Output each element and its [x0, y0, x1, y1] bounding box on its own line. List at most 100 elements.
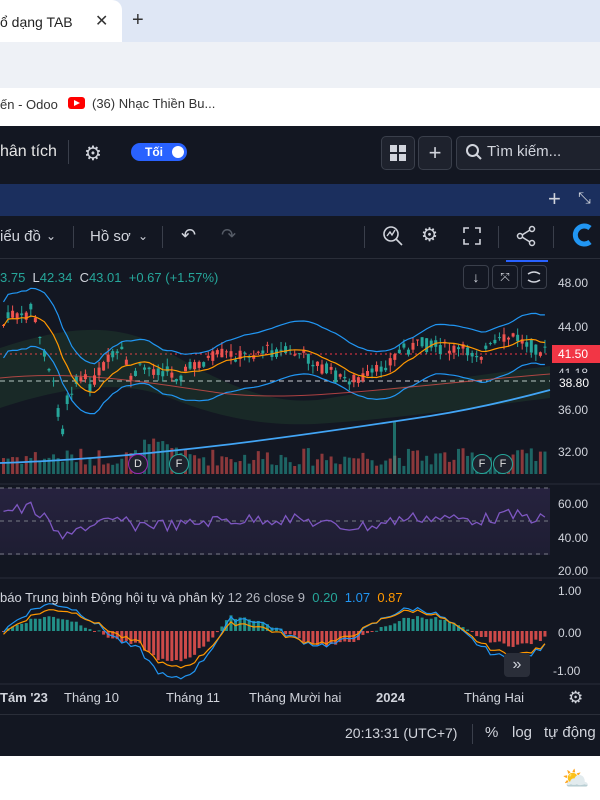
volume-bar — [443, 452, 447, 474]
gear-icon[interactable]: ⚙ — [84, 141, 102, 166]
status-bar — [0, 714, 600, 757]
macd-bar — [520, 631, 524, 644]
time-tick: 2024 — [376, 690, 405, 705]
candle-body — [293, 354, 297, 356]
candle-body — [102, 362, 106, 371]
current-price-label: 41.50 — [552, 345, 600, 363]
volume-bar — [152, 438, 156, 474]
volume-bar — [2, 458, 5, 474]
candle-body — [366, 370, 369, 376]
plus-icon[interactable]: + — [418, 136, 452, 170]
macd-bar — [411, 619, 415, 631]
time-tick: Tám '23 — [0, 690, 48, 705]
undo-icon[interactable]: ↶ — [181, 225, 196, 246]
dividend-marker[interactable]: D — [128, 454, 148, 474]
settings-icon[interactable]: ⚙ — [421, 224, 438, 247]
macd-bar — [529, 631, 533, 645]
volume-bar — [33, 452, 37, 474]
macd-bar — [543, 631, 547, 637]
volume-bar — [447, 461, 451, 474]
share-icon[interactable] — [515, 225, 537, 247]
volume-bar — [416, 450, 420, 474]
macd-bar — [170, 631, 174, 662]
candle-body — [47, 368, 51, 371]
macd-bar — [438, 619, 442, 631]
price-tick: 32.00 — [558, 445, 589, 459]
candle-body — [279, 349, 283, 351]
analysis-menu[interactable]: hân tích — [0, 143, 57, 161]
volume-bar — [329, 456, 333, 474]
candle-body — [234, 359, 238, 362]
macd-bar — [488, 631, 492, 643]
arrow-down-icon[interactable]: ↓ — [463, 265, 489, 289]
candle-body — [475, 355, 479, 358]
candle-body — [529, 338, 533, 353]
brand-logo[interactable] — [572, 223, 596, 247]
indicators-icon[interactable] — [382, 225, 404, 247]
volume-bar — [361, 452, 365, 474]
chevron-down-icon[interactable]: ⌄ — [46, 229, 56, 243]
bookmark-youtube[interactable]: (36) Nhạc Thiền Bu... — [92, 96, 215, 111]
volume-bar — [366, 458, 369, 474]
profile-menu[interactable]: Hồ sơ — [90, 228, 131, 245]
candle-body — [397, 349, 401, 354]
layout-grid-button[interactable] — [381, 136, 415, 170]
earnings-marker[interactable]: F — [169, 454, 189, 474]
close-value: 43.01 — [88, 270, 122, 285]
volume-bar — [202, 457, 206, 474]
volume-bar — [420, 460, 424, 474]
macd-bar — [420, 617, 424, 631]
earnings-marker[interactable]: F — [493, 454, 513, 474]
macd-bar — [197, 631, 201, 649]
volume-bar — [543, 451, 547, 474]
chart-type-menu[interactable]: iểu đồ — [0, 228, 41, 245]
fullscreen-icon[interactable] — [462, 226, 482, 246]
candle-body — [497, 337, 501, 339]
volume-bar — [120, 458, 124, 474]
macd-bar — [361, 631, 365, 635]
macd-bar — [511, 631, 515, 647]
volume-bar — [197, 458, 201, 474]
weather-icon[interactable]: ⛅ — [562, 766, 589, 792]
plus-icon[interactable]: + — [132, 9, 144, 32]
volume-bar — [165, 444, 169, 474]
plus-icon[interactable]: + — [548, 186, 561, 212]
collapse-icon[interactable]: ⤡ — [578, 190, 591, 208]
volume-bar — [74, 462, 78, 474]
candle-body — [70, 393, 74, 395]
macd-bar — [42, 617, 46, 631]
volume-bar — [384, 460, 388, 474]
candle-body — [488, 343, 492, 345]
candle-body — [329, 367, 333, 370]
candle-body — [211, 351, 215, 361]
earnings-marker[interactable]: F — [472, 454, 492, 474]
candle-body — [20, 313, 24, 316]
chart-canvas[interactable] — [0, 258, 600, 714]
chevron-down-icon[interactable]: ⌄ — [138, 229, 148, 243]
macd-line — [3, 603, 546, 680]
close-icon[interactable]: ✕ — [95, 11, 108, 31]
address-bar[interactable] — [0, 42, 600, 88]
gear-icon[interactable]: ⚙ — [568, 688, 583, 708]
more-icon[interactable] — [521, 265, 547, 289]
candle-body — [361, 373, 365, 382]
clock[interactable]: 20:13:31 (UTC+7) — [345, 725, 457, 741]
candle-body — [133, 370, 137, 376]
low-value: 42.34 — [39, 270, 73, 285]
macd-line-value: 1.07 — [344, 590, 371, 605]
collapse-icon[interactable]: ⤧ — [492, 265, 518, 289]
volume-bar — [406, 448, 410, 474]
macd-bar — [52, 616, 56, 631]
volume-bar — [38, 461, 42, 474]
macd-bar — [65, 619, 69, 631]
log-scale-button[interactable]: log — [512, 724, 532, 741]
volume-bar — [397, 457, 401, 474]
percent-scale-button[interactable]: % — [485, 724, 498, 741]
redo-icon[interactable]: ↷ — [221, 225, 236, 246]
forward-icon[interactable]: » — [504, 653, 530, 677]
auto-scale-button[interactable]: tự động — [544, 724, 596, 741]
macd-bar — [425, 619, 429, 631]
bookmark-odoo[interactable]: ến - Odoo — [0, 97, 58, 112]
candle-body — [188, 361, 192, 369]
candle-body — [452, 345, 456, 353]
